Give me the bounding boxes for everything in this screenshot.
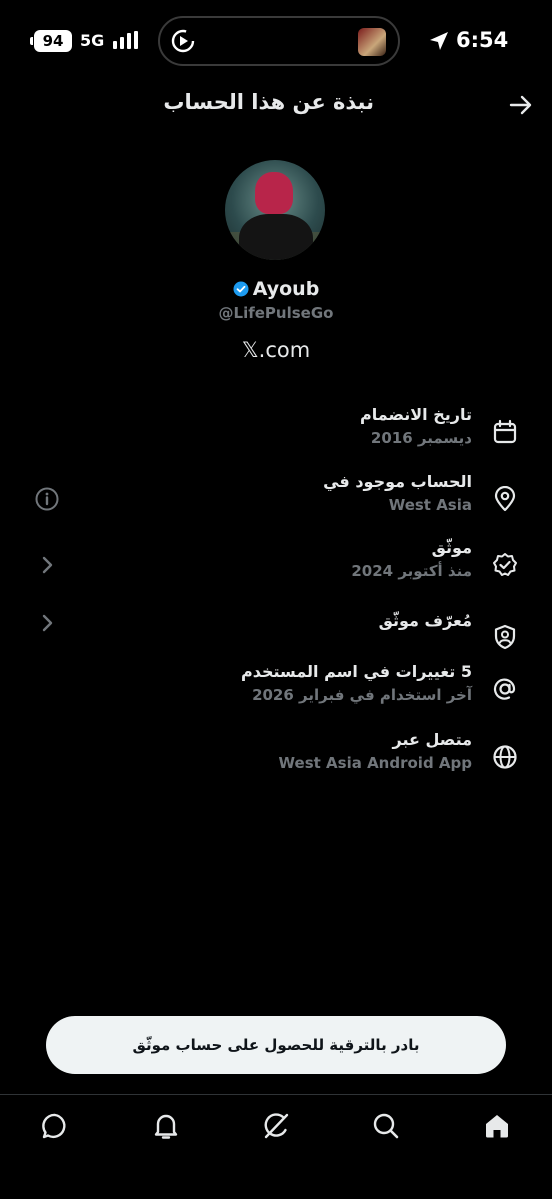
info-row-title: مُعرّف موثّق <box>378 611 472 630</box>
location-pin-icon <box>494 486 516 512</box>
calendar-icon <box>493 419 517 444</box>
profile-site: 𝕏.com <box>241 338 311 362</box>
info-row-title: متصل عبر <box>392 730 472 749</box>
clock: 6:54 <box>456 28 509 52</box>
grok-icon[interactable] <box>261 1111 291 1141</box>
globe-icon <box>493 745 517 769</box>
info-icon[interactable] <box>34 486 60 512</box>
avatar-figure-body <box>239 214 313 260</box>
avatar[interactable] <box>225 160 325 260</box>
network-type: 5G <box>80 31 105 50</box>
verified-badge-icon <box>233 281 249 297</box>
location-arrow-icon <box>430 32 448 50</box>
bottom-tab-bar <box>0 1094 552 1199</box>
info-row-title: موثّق <box>431 538 472 557</box>
info-row-verified-id[interactable]: مُعرّف موثّق <box>0 610 552 666</box>
shield-person-icon <box>494 624 516 650</box>
info-row-title: تاريخ الانضمام <box>360 405 472 424</box>
verified-badge-icon <box>493 553 517 576</box>
status-bar: 94 5G 6:54 <box>0 0 552 80</box>
info-row-subtitle: ديسمبر 2016 <box>370 429 472 447</box>
play-circle-icon <box>171 29 195 53</box>
info-row-verified[interactable]: موثّق منذ أكتوبر 2024 <box>0 538 552 594</box>
signal-icon <box>113 31 138 49</box>
back-arrow-icon[interactable] <box>508 92 534 118</box>
battery-indicator: 94 <box>30 30 72 52</box>
info-row-subtitle: آخر استخدام في فبراير 2026 <box>252 686 472 704</box>
info-row-title: الحساب موجود في <box>323 472 472 491</box>
notifications-icon[interactable] <box>151 1111 181 1141</box>
search-icon[interactable] <box>371 1111 401 1141</box>
profile-name-row: Ayoub <box>0 278 552 300</box>
chevron-left-icon[interactable] <box>34 610 60 636</box>
at-sign-icon <box>493 678 516 700</box>
media-thumbnail <box>358 28 386 56</box>
home-icon[interactable] <box>482 1111 512 1141</box>
info-row-title: 5 تغييرات في اسم المستخدم <box>241 662 472 681</box>
info-row-subtitle: West Asia Android App <box>278 754 472 772</box>
info-row-connected-via: متصل عبر West Asia Android App <box>0 730 552 786</box>
messages-icon[interactable] <box>40 1111 70 1141</box>
avatar-figure-head <box>255 172 293 214</box>
profile-name: Ayoub <box>252 278 320 300</box>
profile-handle: @LifePulseGo <box>218 304 334 322</box>
info-row-subtitle: West Asia <box>388 496 472 514</box>
dynamic-island[interactable] <box>158 16 400 66</box>
info-row-subtitle: منذ أكتوبر 2024 <box>351 562 472 580</box>
upgrade-verified-button[interactable]: بادر بالترقية للحصول على حساب موثّق <box>46 1016 506 1074</box>
chevron-left-icon[interactable] <box>34 552 60 578</box>
info-row-username-changes: 5 تغييرات في اسم المستخدم آخر استخدام في… <box>0 662 552 718</box>
page-title: نبذة عن هذا الحساب <box>163 90 374 114</box>
info-row-joined: تاريخ الانضمام ديسمبر 2016 <box>0 405 552 461</box>
info-row-location: الحساب موجود في West Asia <box>0 472 552 528</box>
